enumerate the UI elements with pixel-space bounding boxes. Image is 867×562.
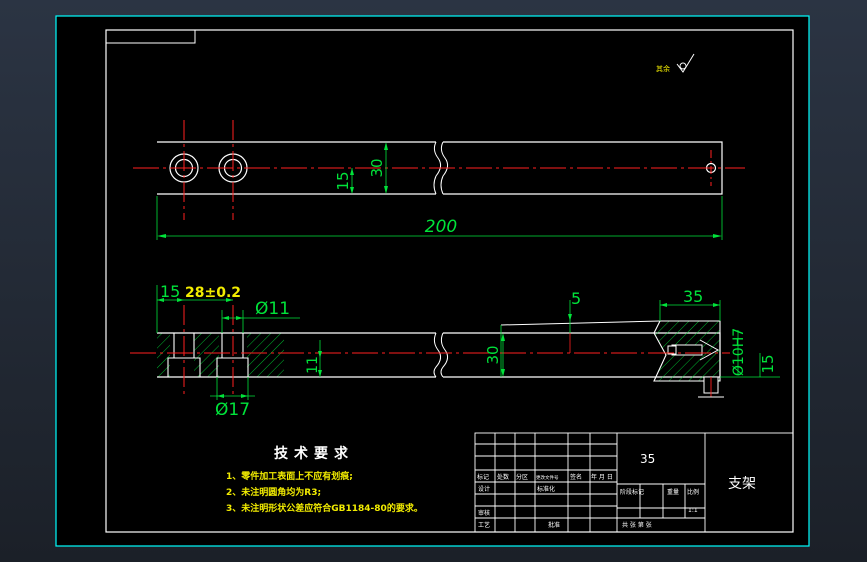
svg-text:15: 15 <box>334 171 352 190</box>
scale-label: 比例 <box>687 488 699 496</box>
weight-label: 重量 <box>667 488 679 496</box>
svg-text:5: 5 <box>571 289 581 308</box>
svg-text:分区: 分区 <box>516 473 528 481</box>
engineering-drawing: 其余 200 30 15 15 28±0.2 Ø11 Ø17 11 30 5 3… <box>55 15 810 547</box>
svg-text:标记: 标记 <box>477 473 489 481</box>
svg-text:28±0.2: 28±0.2 <box>185 285 241 301</box>
svg-text:30: 30 <box>368 158 386 177</box>
svg-text:签名: 签名 <box>570 473 582 481</box>
svg-text:15: 15 <box>160 282 180 301</box>
tech-req-line-3: 3、未注明形状公差应符合GB1184-80的要求。 <box>226 502 423 514</box>
material-label: 35 <box>640 452 655 466</box>
svg-text:15: 15 <box>759 354 777 373</box>
standardize-label: 标准化 <box>537 485 555 493</box>
part-name: 支架 <box>728 476 756 492</box>
front-dim-28: 28±0.2 <box>184 285 241 302</box>
tech-req-line-2: 2、未注明圆角均为R3; <box>226 486 321 498</box>
roughness-label: 其余 <box>656 64 670 73</box>
front-dim-d10h7: Ø10H7 <box>731 328 747 376</box>
designer-label: 设计 <box>478 485 490 493</box>
sheet-outer-border <box>55 15 810 547</box>
cad-viewport[interactable]: 其余 200 30 15 15 28±0.2 Ø11 Ø17 11 30 5 3… <box>0 0 867 562</box>
svg-text:处数: 处数 <box>497 473 509 481</box>
svg-text:30: 30 <box>484 345 502 364</box>
tech-req-title: 技术要求 <box>274 445 354 462</box>
checker-label: 审核 <box>478 509 490 517</box>
tech-req-line-1: 1、零件加工表面上不应有划痕; <box>226 470 353 482</box>
svg-text:35: 35 <box>683 287 703 306</box>
svg-text:200: 200 <box>425 217 457 237</box>
scale-value: 1:1 <box>688 507 698 514</box>
svg-text:Ø17: Ø17 <box>215 400 250 420</box>
svg-text:年 月 日: 年 月 日 <box>591 473 613 481</box>
svg-text:Ø11: Ø11 <box>255 299 290 319</box>
svg-text:更改文件号: 更改文件号 <box>536 474 559 481</box>
stage-labels: 阶段标记 <box>620 488 644 496</box>
svg-text:Ø10H7: Ø10H7 <box>731 328 747 376</box>
approve-label: 批准 <box>548 521 560 529</box>
top-dim-15: 15 <box>334 168 354 194</box>
sheet-count: 共 张 第 张 <box>622 521 652 529</box>
process-label: 工艺 <box>478 521 490 529</box>
svg-text:11: 11 <box>305 356 321 374</box>
